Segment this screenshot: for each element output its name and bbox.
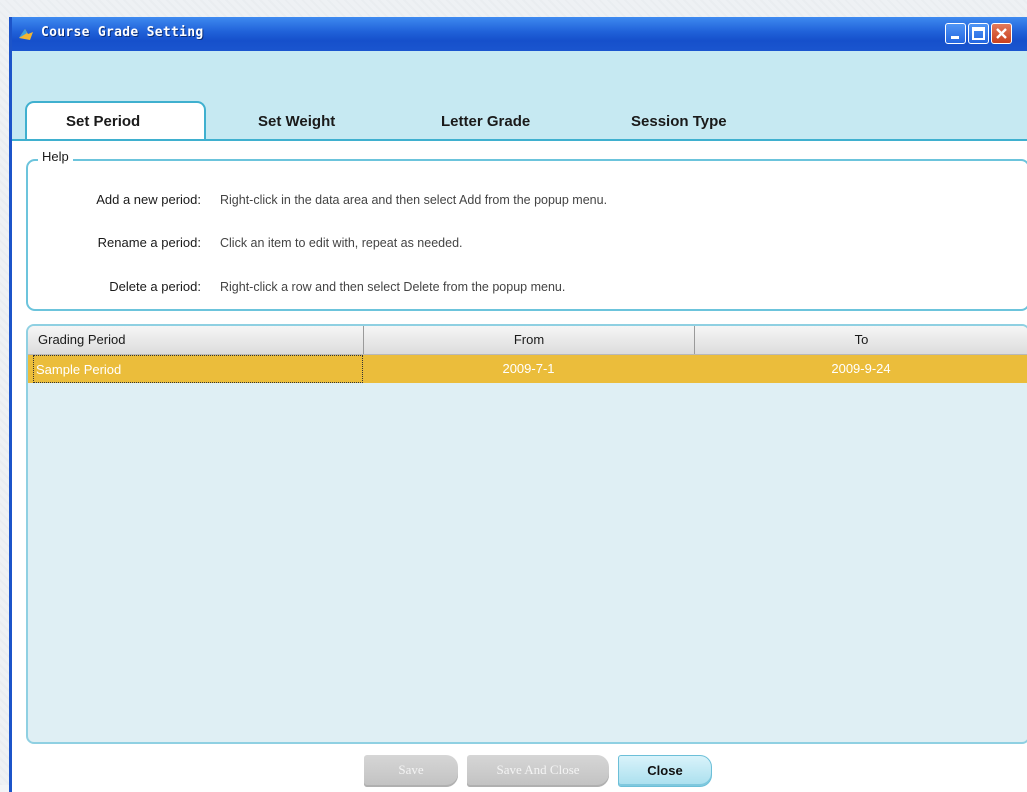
help-delete-key: Delete a period: bbox=[109, 279, 201, 294]
tab-strip: Set Period Set Weight Letter Grade Sessi… bbox=[12, 51, 1027, 144]
close-window-button[interactable] bbox=[991, 23, 1012, 44]
column-header-from[interactable]: From bbox=[363, 326, 694, 354]
tab-letter-grade[interactable]: Letter Grade bbox=[441, 113, 530, 130]
save-button[interactable]: Save bbox=[364, 755, 458, 787]
help-rename-text: Click an item to edit with, repeat as ne… bbox=[220, 236, 463, 250]
tab-session-type[interactable]: Session Type bbox=[631, 113, 727, 130]
minimize-button[interactable] bbox=[945, 23, 966, 44]
help-legend: Help bbox=[38, 149, 73, 164]
help-rename-key: Rename a period: bbox=[97, 235, 201, 250]
app-icon bbox=[18, 26, 34, 42]
tab-set-period-label[interactable]: Set Period bbox=[66, 113, 140, 130]
column-header-to[interactable]: To bbox=[694, 326, 1027, 354]
cell-from-date[interactable]: 2009-7-1 bbox=[363, 355, 694, 383]
window-title: Course Grade Setting bbox=[41, 25, 204, 40]
table-row[interactable]: Sample Period 2009-7-1 2009-9-24 bbox=[28, 355, 1027, 383]
tab-set-weight[interactable]: Set Weight bbox=[258, 113, 335, 130]
course-grade-setting-window: Course Grade Setting Set Period Set Weig… bbox=[9, 17, 1027, 792]
save-and-close-button[interactable]: Save And Close bbox=[467, 755, 609, 787]
window-client-area: Set Period Set Weight Letter Grade Sessi… bbox=[12, 51, 1027, 792]
column-header-grading-period[interactable]: Grading Period bbox=[38, 326, 358, 354]
title-bar[interactable]: Course Grade Setting bbox=[12, 17, 1027, 51]
close-button[interactable]: Close bbox=[618, 755, 712, 787]
table-header: Grading Period From To bbox=[28, 326, 1027, 355]
help-add-key: Add a new period: bbox=[96, 192, 201, 207]
grading-period-table[interactable]: Grading Period From To Sample Period 200… bbox=[26, 324, 1027, 744]
help-add-text: Right-click in the data area and then se… bbox=[220, 193, 608, 207]
maximize-button[interactable] bbox=[968, 23, 989, 44]
cell-period-name[interactable]: Sample Period bbox=[33, 355, 363, 383]
help-delete-text: Right-click a row and then select Delete… bbox=[220, 280, 566, 294]
cell-to-date[interactable]: 2009-9-24 bbox=[694, 355, 1027, 383]
